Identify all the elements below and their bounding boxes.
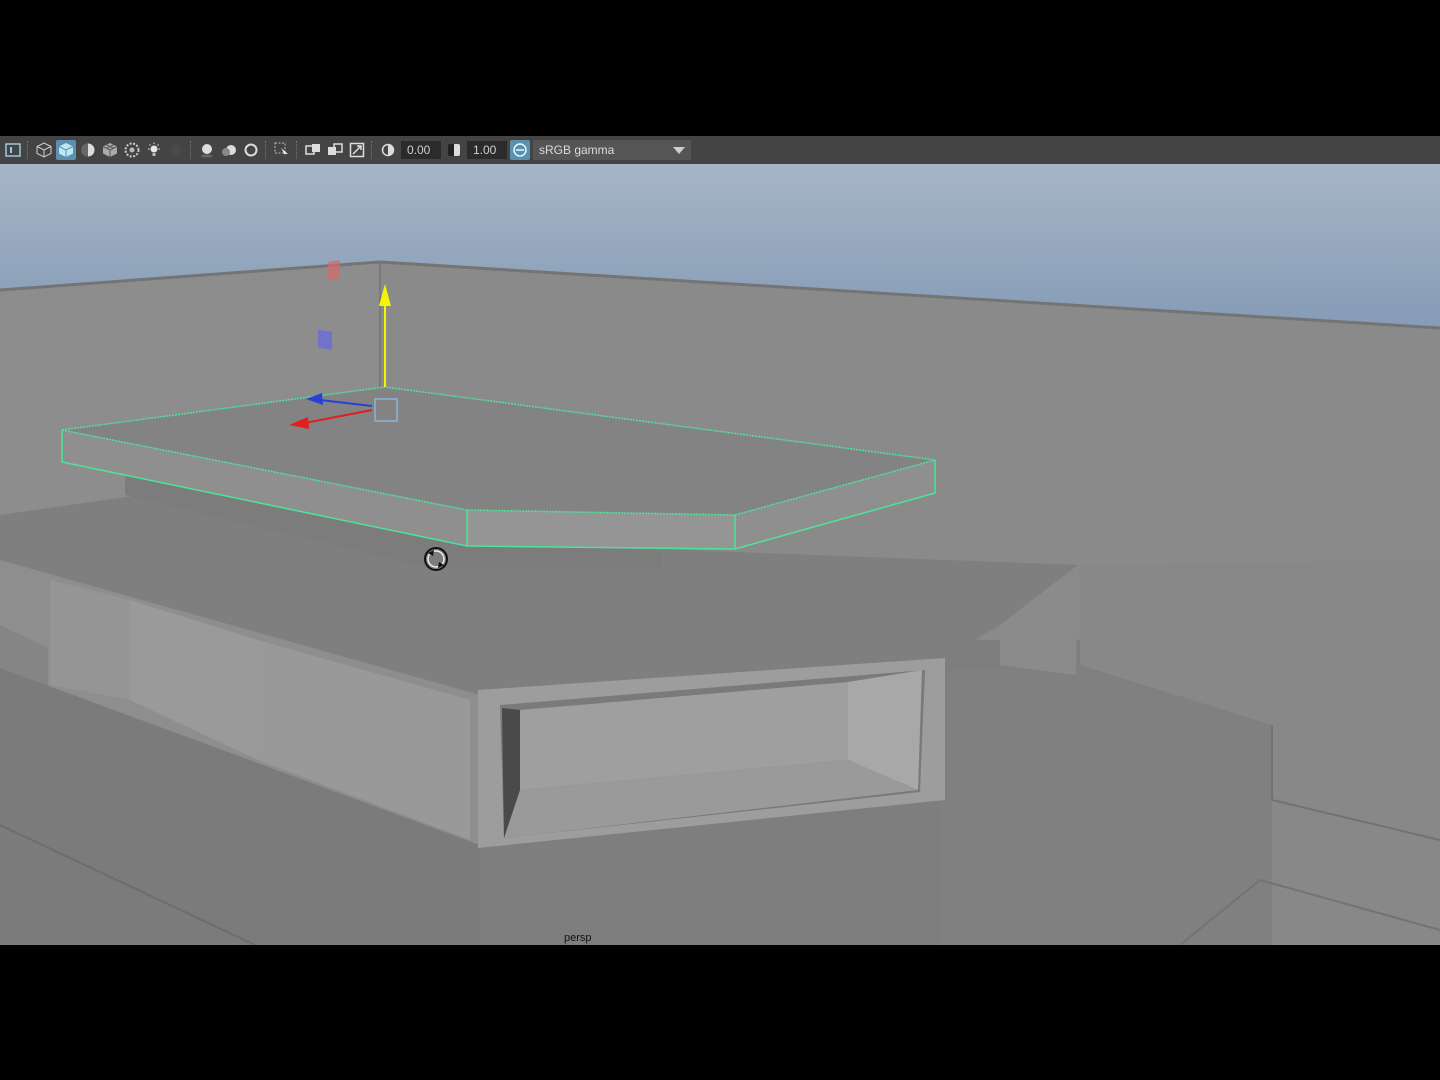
wireframe-cube-icon [36, 142, 52, 158]
xray-active-icon [328, 143, 343, 155]
toolbar-separator [296, 141, 299, 159]
shelf-cavity-1 [50, 580, 130, 700]
camera-attributes-icon [5, 143, 21, 157]
lights-icon [148, 142, 160, 156]
color-management-dropdown[interactable]: sRGB gamma [533, 140, 691, 160]
chevron-down-icon [673, 146, 685, 154]
exposure-icon [381, 143, 395, 157]
gamma-icon [448, 144, 460, 156]
color-management-value: sRGB gamma [539, 143, 615, 157]
perspective-viewport[interactable] [0, 164, 1440, 945]
camera-attributes-button[interactable] [3, 140, 23, 160]
xray-joints-icon [305, 144, 320, 155]
gamma-button[interactable] [444, 140, 464, 160]
gamma-field[interactable]: 1.00 [467, 141, 507, 159]
plane-handle-xy[interactable] [328, 260, 340, 281]
xray-button[interactable] [122, 140, 142, 160]
camera-name-label: persp [564, 932, 592, 944]
toolbar-separator [27, 141, 30, 159]
letterbox-bottom [0, 945, 1440, 1080]
motion-blur-button[interactable] [219, 140, 239, 160]
wireframe-button[interactable] [34, 140, 54, 160]
isolate-select-icon [274, 142, 288, 157]
textured-cube-icon [102, 143, 118, 157]
shadows-button[interactable] [166, 140, 186, 160]
motion-blur-icon [222, 145, 236, 156]
lights-button[interactable] [144, 140, 164, 160]
antialiasing-button[interactable] [241, 140, 261, 160]
xray-icon [124, 142, 140, 158]
exposure-button[interactable] [378, 140, 398, 160]
smooth-shade-cube-icon [58, 143, 74, 157]
antialiasing-icon [244, 143, 258, 157]
smooth-shade-button[interactable] [56, 140, 76, 160]
shadows-icon [171, 145, 181, 155]
toolbar-separator [190, 141, 193, 159]
viewport-panel-toolbar: 0.00 1.00 sRGB gamma [0, 136, 1440, 164]
toolbar-separator [371, 141, 374, 159]
textured-button[interactable] [100, 140, 120, 160]
plane-handle-yz[interactable] [318, 329, 332, 350]
backface-icon [349, 142, 365, 158]
default-material-icon [81, 143, 95, 157]
toolbar-separator [265, 141, 268, 159]
xray-joints-button[interactable] [303, 140, 323, 160]
selected-slab-front-mid [467, 510, 735, 549]
isolate-select-button[interactable] [272, 140, 292, 160]
ambient-occlusion-icon [201, 144, 213, 158]
viewport-scene [0, 164, 1440, 945]
exposure-field[interactable]: 0.00 [401, 141, 441, 159]
backface-button[interactable] [347, 140, 367, 160]
ambient-occlusion-button[interactable] [197, 140, 217, 160]
xray-active-button[interactable] [325, 140, 345, 160]
letterbox-top [0, 0, 1440, 136]
default-material-button[interactable] [78, 140, 98, 160]
color-management-toggle[interactable] [510, 140, 530, 160]
color-management-icon [513, 143, 527, 157]
